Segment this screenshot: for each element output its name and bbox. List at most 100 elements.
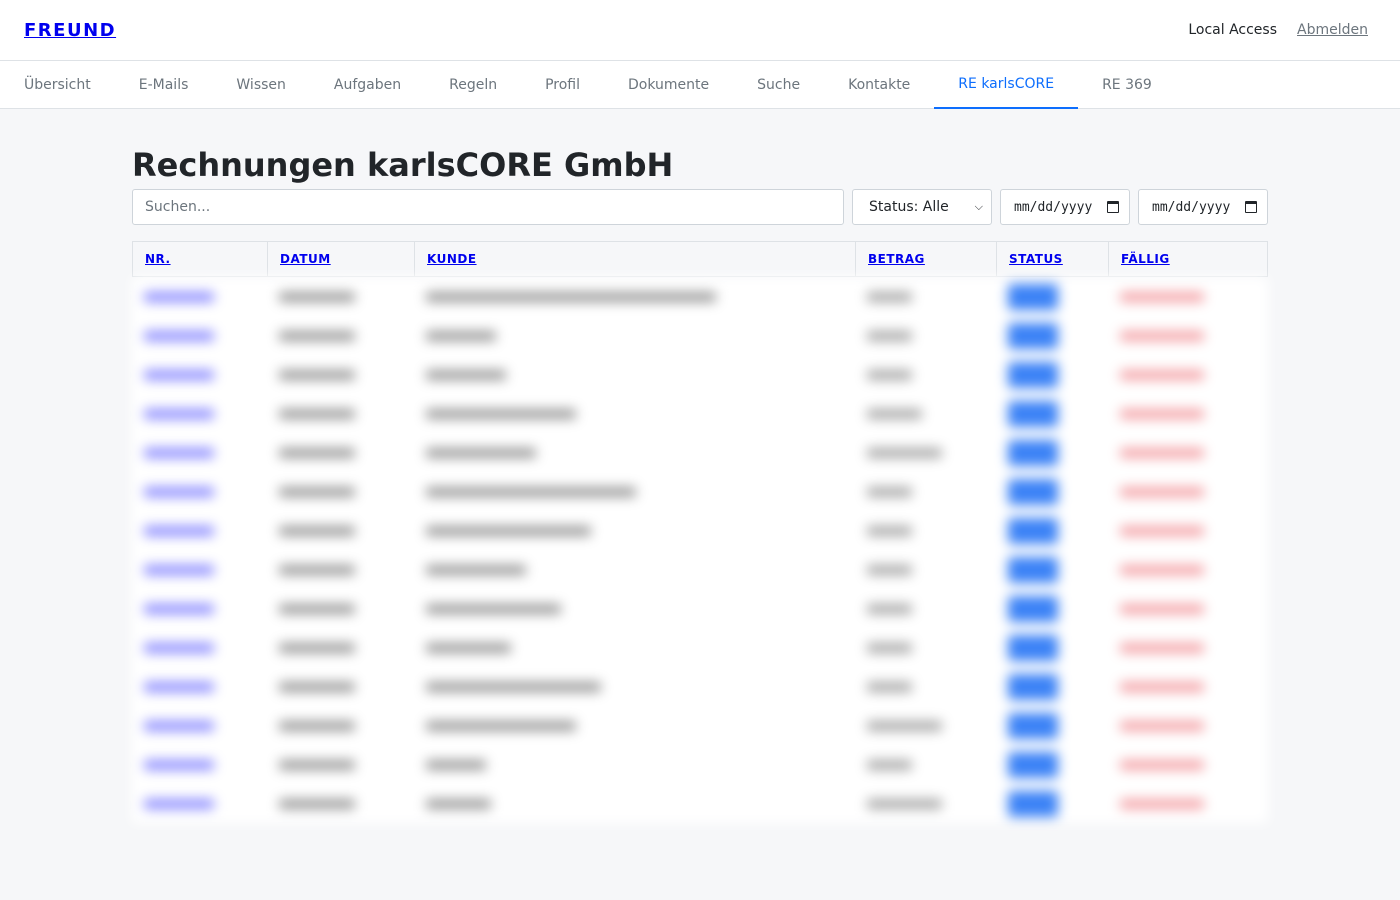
table-row[interactable] bbox=[132, 589, 1268, 628]
table-row[interactable] bbox=[132, 745, 1268, 784]
user-area: Local Access Abmelden bbox=[1188, 22, 1368, 38]
redacted-value bbox=[867, 681, 912, 692]
table-cell bbox=[996, 556, 1108, 583]
tab-profil[interactable]: Profil bbox=[521, 61, 604, 108]
tab-aufgaben[interactable]: Aufgaben bbox=[310, 61, 425, 108]
table-cell bbox=[855, 759, 996, 770]
redacted-value bbox=[279, 369, 355, 380]
calendar-icon[interactable] bbox=[1245, 201, 1257, 213]
redacted-value bbox=[279, 798, 355, 809]
column-header-datum[interactable]: DATUM bbox=[268, 242, 415, 276]
redacted-value bbox=[279, 291, 355, 302]
date-from-input[interactable]: mm/dd/yyyy bbox=[1000, 189, 1130, 225]
tab-wissen[interactable]: Wissen bbox=[212, 61, 310, 108]
table-cell bbox=[132, 681, 267, 692]
brand-link[interactable]: FREUND bbox=[24, 20, 116, 41]
table-cell bbox=[414, 525, 855, 536]
table-row[interactable] bbox=[132, 355, 1268, 394]
table-row[interactable] bbox=[132, 277, 1268, 316]
table-row[interactable] bbox=[132, 706, 1268, 745]
table-cell bbox=[996, 322, 1108, 349]
table-cell bbox=[1108, 720, 1266, 731]
table-row[interactable] bbox=[132, 433, 1268, 472]
table-row[interactable] bbox=[132, 784, 1268, 823]
column-header-status[interactable]: STATUS bbox=[997, 242, 1109, 276]
tab-emails[interactable]: E-Mails bbox=[115, 61, 213, 108]
table-cell bbox=[855, 603, 996, 614]
redacted-value bbox=[426, 720, 576, 731]
table-row[interactable] bbox=[132, 394, 1268, 433]
redacted-value bbox=[1120, 291, 1204, 302]
redacted-value bbox=[867, 408, 922, 419]
redacted-value bbox=[144, 369, 214, 380]
table-cell bbox=[1108, 564, 1266, 575]
redacted-value bbox=[426, 525, 591, 536]
calendar-icon[interactable] bbox=[1107, 201, 1119, 213]
redacted-value bbox=[426, 564, 526, 575]
redacted-value bbox=[1120, 681, 1204, 692]
table-cell bbox=[414, 291, 855, 302]
table-cell bbox=[267, 720, 414, 731]
column-header-kunde[interactable]: KUNDE bbox=[415, 242, 856, 276]
table-cell bbox=[132, 720, 267, 731]
table-cell bbox=[414, 408, 855, 419]
redacted-value bbox=[279, 603, 355, 614]
table-cell bbox=[132, 603, 267, 614]
table-cell bbox=[132, 291, 267, 302]
column-header-nr[interactable]: NR. bbox=[133, 242, 268, 276]
redacted-value bbox=[1008, 517, 1058, 544]
chevron-down-icon: ⌵ bbox=[974, 200, 983, 213]
redacted-value bbox=[144, 759, 214, 770]
table-cell bbox=[414, 486, 855, 497]
redacted-value bbox=[279, 408, 355, 419]
table-header: NR. DATUM KUNDE BETRAG STATUS FÄLLIG bbox=[132, 241, 1268, 277]
tab-uebersicht[interactable]: Übersicht bbox=[0, 61, 115, 108]
date-to-input[interactable]: mm/dd/yyyy bbox=[1138, 189, 1268, 225]
redacted-value bbox=[279, 486, 355, 497]
tab-regeln[interactable]: Regeln bbox=[425, 61, 521, 108]
redacted-value bbox=[279, 525, 355, 536]
table-row[interactable] bbox=[132, 511, 1268, 550]
table-cell bbox=[414, 759, 855, 770]
tab-re-369[interactable]: RE 369 bbox=[1078, 61, 1176, 108]
table-cell bbox=[414, 681, 855, 692]
table-cell bbox=[132, 330, 267, 341]
table-cell bbox=[267, 525, 414, 536]
table-cell bbox=[267, 291, 414, 302]
column-header-betrag[interactable]: BETRAG bbox=[856, 242, 997, 276]
table-cell bbox=[996, 517, 1108, 544]
redacted-value bbox=[426, 642, 511, 653]
tab-dokumente[interactable]: Dokumente bbox=[604, 61, 733, 108]
table-cell bbox=[855, 525, 996, 536]
table-cell bbox=[267, 798, 414, 809]
status-select[interactable]: Status: Alle ⌵ bbox=[852, 189, 992, 225]
search-input[interactable] bbox=[132, 189, 844, 225]
table-cell bbox=[132, 408, 267, 419]
tab-kontakte[interactable]: Kontakte bbox=[824, 61, 934, 108]
redacted-value bbox=[867, 486, 912, 497]
table-cell bbox=[855, 681, 996, 692]
table-cell bbox=[1108, 447, 1266, 458]
column-header-faellig[interactable]: FÄLLIG bbox=[1109, 242, 1267, 276]
logout-link[interactable]: Abmelden bbox=[1297, 22, 1368, 38]
table-row[interactable] bbox=[132, 628, 1268, 667]
redacted-value bbox=[144, 525, 214, 536]
table-row[interactable] bbox=[132, 667, 1268, 706]
table-cell bbox=[996, 400, 1108, 427]
redacted-value bbox=[279, 720, 355, 731]
table-row[interactable] bbox=[132, 472, 1268, 511]
table-cell bbox=[267, 603, 414, 614]
table-row[interactable] bbox=[132, 316, 1268, 355]
redacted-value bbox=[144, 330, 214, 341]
table-cell bbox=[267, 369, 414, 380]
table-cell bbox=[855, 642, 996, 653]
table-cell bbox=[132, 564, 267, 575]
table-cell bbox=[996, 712, 1108, 739]
table-cell bbox=[855, 447, 996, 458]
table-row[interactable] bbox=[132, 550, 1268, 589]
table-cell bbox=[132, 369, 267, 380]
tab-suche[interactable]: Suche bbox=[733, 61, 824, 108]
tab-re-karlscore[interactable]: RE karlsCORE bbox=[934, 61, 1079, 109]
redacted-value bbox=[279, 564, 355, 575]
table-cell bbox=[132, 447, 267, 458]
